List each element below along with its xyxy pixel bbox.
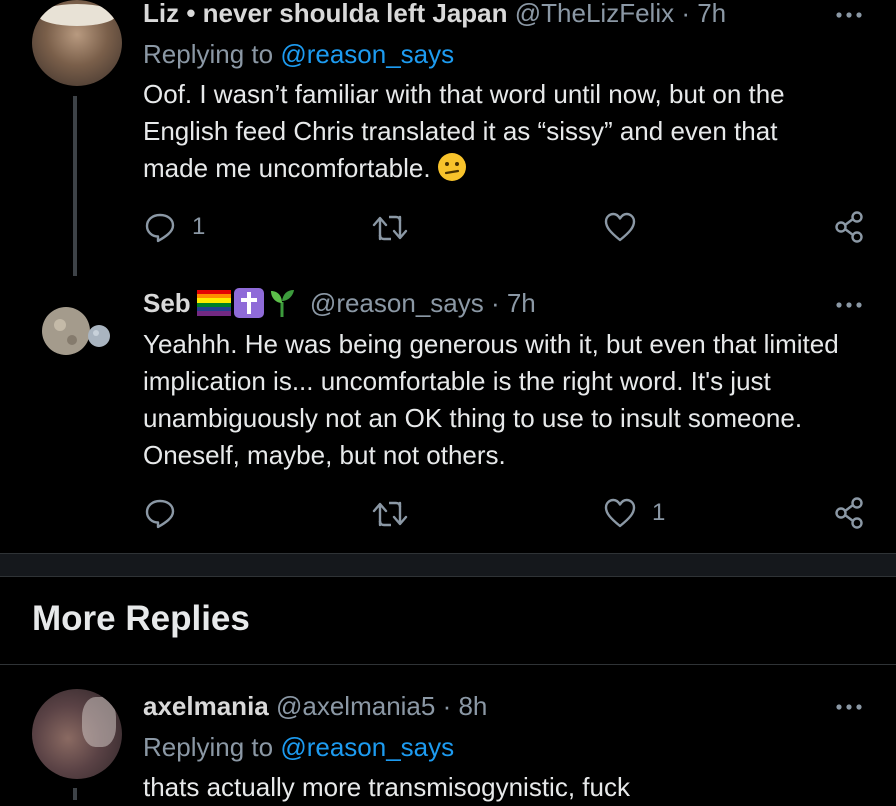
replying-to: Replying to @reason_says (143, 39, 454, 69)
share-icon (835, 211, 863, 243)
tweet-text: thats actually more transmisogynistic, f… (143, 772, 630, 802)
display-name[interactable]: axelmania (143, 691, 269, 721)
replying-label: Replying to (143, 732, 274, 762)
more-icon[interactable] (834, 7, 864, 23)
name-badges (196, 288, 297, 318)
replying-to-link[interactable]: @reason_says (280, 39, 454, 69)
hat-shape (38, 4, 116, 26)
thread-line (73, 788, 77, 800)
like-button[interactable]: 1 (604, 498, 665, 528)
tweet-header: axelmania @axelmania5 · 8h (143, 691, 487, 721)
replying-label: Replying to (143, 39, 274, 69)
retweet-button[interactable] (372, 213, 408, 243)
share-button[interactable] (834, 497, 864, 529)
share-button[interactable] (834, 211, 864, 243)
like-icon (604, 212, 636, 242)
retweet-icon (372, 215, 408, 241)
replying-to-link[interactable]: @reason_says (280, 732, 454, 762)
tweet-header: Seb @reason_says · 7h (143, 288, 536, 318)
avatar-highlight (82, 697, 116, 747)
timestamp[interactable]: · 8h (443, 691, 488, 721)
tweet-text: Yeahhh. He was being generous with it, b… (143, 329, 839, 470)
avatar[interactable] (32, 0, 122, 86)
handle[interactable]: @reason_says (310, 288, 484, 318)
reply-button[interactable] (144, 497, 192, 529)
avatar[interactable] (32, 290, 122, 376)
like-count: 1 (652, 499, 666, 526)
more-icon[interactable] (834, 297, 864, 313)
section-title: More Replies (32, 599, 250, 638)
avatar[interactable] (32, 689, 122, 779)
thread-line (73, 96, 77, 276)
like-button[interactable] (604, 212, 636, 242)
display-name[interactable]: Liz • never shoulda left Japan (143, 0, 508, 28)
like-icon (604, 498, 636, 528)
tweet-text: Oof. I wasn’t familiar with that word un… (143, 76, 833, 187)
divider (0, 664, 896, 665)
replying-to: Replying to @reason_says (143, 732, 454, 762)
section-separator (0, 554, 896, 576)
tweet-header: Liz • never shoulda left Japan @TheLizFe… (143, 0, 726, 28)
reply-icon (145, 213, 175, 243)
reply-icon (145, 499, 175, 529)
rainbow-flag-icon (196, 290, 231, 316)
divider (0, 576, 896, 577)
share-icon (835, 497, 863, 529)
reply-button[interactable]: 1 (144, 211, 205, 243)
latin-cross-icon (233, 288, 264, 318)
handle[interactable]: @TheLizFelix (515, 0, 674, 28)
seedling-icon (270, 290, 294, 317)
retweet-button[interactable] (372, 499, 408, 529)
more-icon[interactable] (834, 699, 864, 715)
handle[interactable]: @axelmania5 (276, 691, 435, 721)
display-name[interactable]: Seb (143, 288, 191, 318)
timestamp[interactable]: · 7h (681, 0, 726, 28)
timestamp[interactable]: · 7h (491, 288, 536, 318)
confused-face-icon (437, 153, 466, 181)
planet-image (42, 307, 110, 355)
reply-count: 1 (192, 213, 206, 240)
retweet-icon (372, 501, 408, 527)
